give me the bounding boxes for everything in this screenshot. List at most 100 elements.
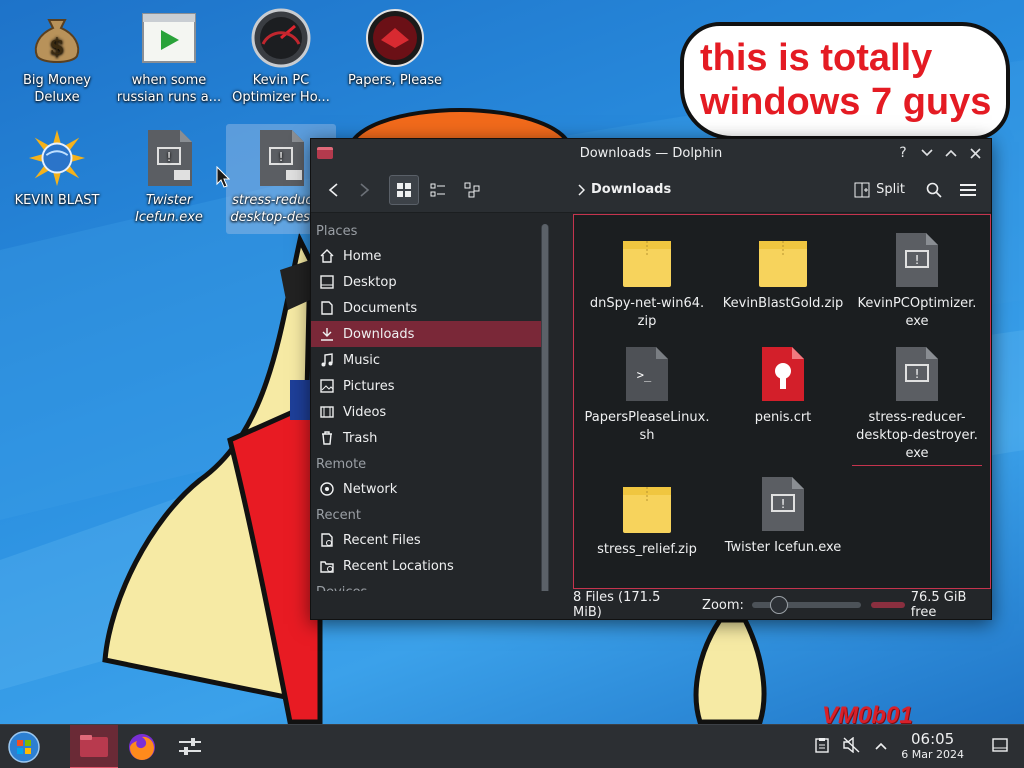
show-desktop-icon[interactable] [992,737,1008,756]
bubble-text-line2: windows 7 guys [700,81,992,123]
file-view[interactable]: dnSpy-net-win64. zip KevinBlastGold.zip … [573,214,991,589]
file-item[interactable]: stress_relief.zip [582,481,712,559]
speech-bubble: this is totally windows 7 guys [680,22,1010,140]
file-count: 8 Files (171.5 MiB) [573,590,661,620]
firefox-icon [129,733,155,760]
remote-header: Remote [316,457,367,472]
file-name-ext: zip [637,314,657,329]
forward-button[interactable] [349,175,379,205]
file-name: Twister Icefun.exe [724,540,842,555]
sidebar-item-network[interactable]: Network [311,476,549,502]
desktop-icon-label: Big Money Deluxe [22,73,91,105]
file-item[interactable]: KevinBlastGold.zip [718,235,848,313]
file-item[interactable]: >_ PapersPleaseLinux. sh [582,343,712,445]
desktop-icon [319,274,335,290]
free-space: 76.5 GiB free [910,590,967,620]
sidebar-item-desktop[interactable]: Desktop [311,269,549,295]
clipboard-icon[interactable] [815,737,829,757]
sidebar-item-recent-locations[interactable]: Recent Locations [311,553,549,579]
search-icon[interactable] [919,175,949,205]
sidebar-item-downloads[interactable]: Downloads [311,321,549,347]
music-icon [319,352,335,368]
desktop-icon-label: when some russian runs a... [116,73,222,105]
recent-files-icon [319,532,335,548]
svg-text:!: ! [781,497,786,511]
desktop-icon-kevin-blast[interactable]: KEVIN BLAST [2,128,112,209]
split-button[interactable]: Split [848,182,911,198]
sidebar-item-pictures[interactable]: Pictures [311,373,549,399]
desktop-icon-kevin-pc-optimizer[interactable]: Kevin PC Optimizer Ho... [226,8,336,106]
chevron-right-icon [578,183,585,196]
minimize-icon[interactable] [917,143,937,163]
desktop-icon-russian-video[interactable]: when some russian runs a... [114,8,224,106]
executable-icon: ! [889,229,945,291]
window-title: Downloads — Dolphin [579,145,723,161]
executable-icon: ! [139,128,199,188]
file-item[interactable]: ! stress-reducer- desktop-destroyer. exe [852,343,982,466]
file-name: penis.crt [754,410,812,425]
toolbar: Downloads Split [311,167,991,213]
zip-archive-icon [755,235,811,291]
file-item[interactable]: ! Twister Icefun.exe [718,473,848,557]
svg-text:!: ! [279,150,284,164]
start-menu-button[interactable] [0,725,48,768]
desktop-icon-big-money-deluxe[interactable]: $ Big Money Deluxe [2,8,112,106]
taskbar: 06:05 6 Mar 2024 [0,724,1024,768]
file-item[interactable]: dnSpy-net-win64. zip [582,235,712,331]
clock[interactable]: 06:05 6 Mar 2024 [901,729,964,762]
sidebar-item-label: Downloads [343,326,415,342]
sidebar-item-recent-files[interactable]: Recent Files [311,527,549,553]
folder-icon [80,734,108,757]
chevron-up-icon[interactable] [875,739,887,754]
close-icon[interactable] [965,143,985,163]
back-button[interactable] [319,175,349,205]
executable-icon: ! [889,343,945,405]
zoom-label: Zoom: [702,597,744,613]
icons-view-button[interactable] [389,174,419,205]
status-bar: 8 Files (171.5 MiB) Zoom: 76.5 GiB free [311,590,991,620]
sidebar-item-label: Documents [343,300,418,316]
videos-icon [319,404,335,420]
sidebar-scrollbar[interactable] [541,224,549,591]
svg-text:!: ! [915,367,920,381]
sidebar-item-trash[interactable]: Trash [311,425,549,451]
file-name: KevinPCOptimizer. [857,296,977,311]
system-tray: 06:05 6 Mar 2024 [815,729,1008,762]
sidebar-item-label: Recent Files [343,532,421,548]
taskbar-firefox[interactable] [118,725,166,768]
desktop-icon-papers-please[interactable]: Papers, Please [340,8,450,89]
details-view-button[interactable] [457,175,487,205]
desktop-icon-twister-icefun[interactable]: ! Twister Icefun.exe [114,128,224,226]
zoom-slider-handle[interactable] [769,596,788,614]
sidebar-item-documents[interactable]: Documents [311,295,549,321]
sun-globe-icon [27,128,87,188]
breadcrumb[interactable]: Downloads [577,182,671,197]
desktop-icon-label: Kevin PC Optimizer Ho... [232,73,330,105]
sidebar-item-label: Videos [343,404,387,420]
svg-text:!: ! [915,253,920,267]
file-name: stress_relief.zip [597,542,697,557]
title-bar[interactable]: Downloads — Dolphin ? [311,139,991,167]
mouse-cursor [216,166,230,188]
volume-muted-icon[interactable] [843,736,861,757]
sidebar-item-music[interactable]: Music [311,347,549,373]
taskbar-dolphin[interactable] [70,724,118,768]
file-item[interactable]: ! KevinPCOptimizer. exe [852,229,982,331]
compact-view-button[interactable] [423,175,453,205]
sidebar-item-videos[interactable]: Videos [311,399,549,425]
desktop-icon-label: KEVIN BLAST [14,193,100,208]
file-item[interactable]: penis.crt [718,343,848,427]
taskbar-settings[interactable] [166,725,214,768]
zoom-slider[interactable] [751,596,861,614]
hamburger-menu-icon[interactable] [953,175,983,205]
sidebar-item-home[interactable]: Home [311,243,549,269]
breadcrumb-current[interactable]: Downloads [591,182,671,197]
shell-script-icon: >_ [619,343,675,405]
file-name: KevinBlastGold.zip [722,296,844,311]
file-name: stress-reducer- [868,410,966,425]
help-icon[interactable]: ? [893,143,913,163]
clock-time: 06:05 [911,729,955,748]
dolphin-app-icon[interactable] [317,147,333,159]
executable-icon: ! [755,473,811,535]
maximize-icon[interactable] [941,143,961,163]
